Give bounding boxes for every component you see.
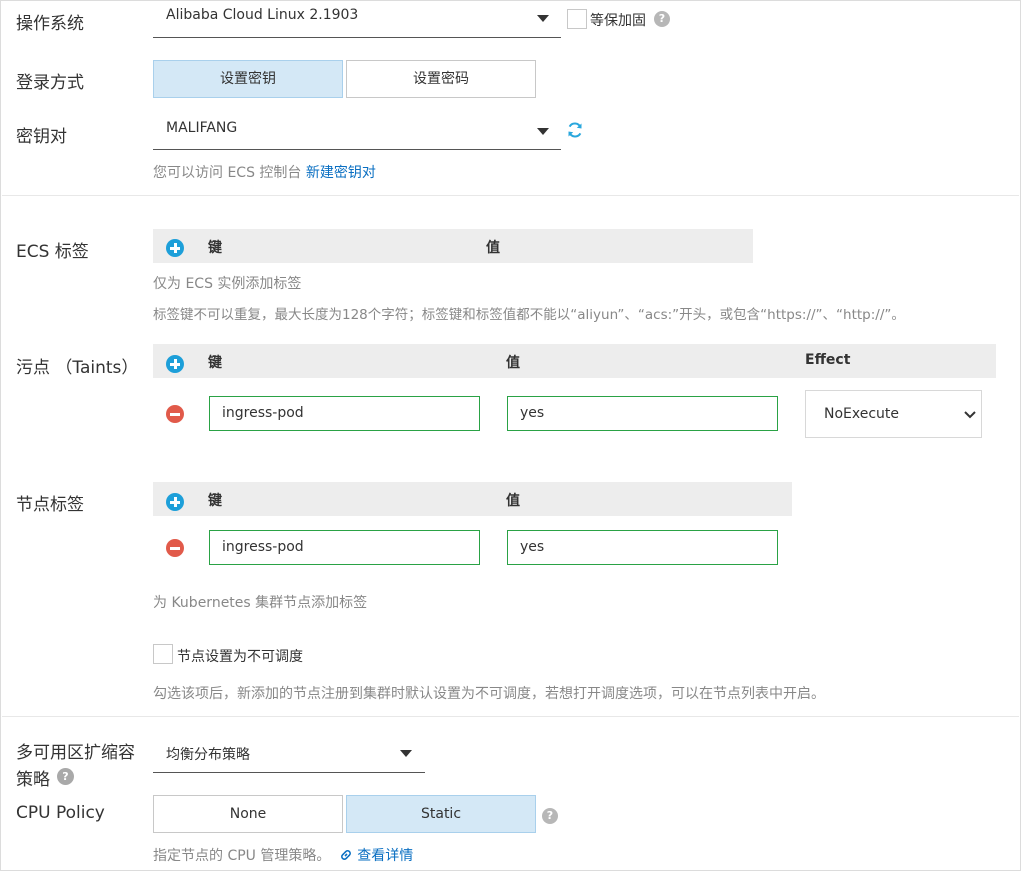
cpu-policy-hint: 指定节点的 CPU 管理策略。 查看详情 [153,845,413,865]
login-label: 登录方式 [16,73,84,93]
node-label-value-input[interactable]: yes [507,530,778,565]
chevron-down-icon [537,15,549,22]
login-option-key[interactable]: 设置密钥 [153,60,343,98]
form-panel: 操作系统 Alibaba Cloud Linux 2.1903 等保加固 ? 登… [0,0,1021,871]
taints-label: 污点 （Taints） [16,358,139,378]
login-option-password[interactable]: 设置密码 [346,60,536,98]
refresh-icon[interactable] [566,121,584,139]
ecs-tags-table-header: 键 值 [153,229,753,263]
link-icon [340,850,351,860]
node-labels-label: 节点标签 [16,495,84,515]
unschedulable-label: 节点设置为不可调度 [177,649,303,665]
help-icon[interactable]: ? [57,768,74,785]
unschedulable-checkbox[interactable] [153,644,173,664]
chevron-down-icon [400,750,412,757]
column-value: 值 [486,240,500,256]
node-labels-hint: 为 Kubernetes 集群节点添加标签 [153,595,368,611]
keypair-hint: 您可以访问 ECS 控制台 新建密钥对 [153,162,376,182]
remove-node-label-button[interactable] [166,539,184,557]
help-icon[interactable]: ? [542,808,558,824]
create-keypair-link[interactable]: 新建密钥对 [306,165,376,181]
os-select[interactable]: Alibaba Cloud Linux 2.1903 [153,7,561,38]
section-divider [2,716,1019,717]
remove-taint-button[interactable] [166,405,184,423]
keypair-select[interactable]: MALIFANG [153,120,561,150]
cpu-policy-label: CPU Policy [16,803,105,823]
taint-effect-value: NoExecute [824,406,900,422]
os-label: 操作系统 [16,14,84,34]
unschedulable-hint: 勾选该项后，新添加的节点注册到集群时默认设置为不可调度，若想打开调度选项，可以在… [153,686,825,702]
os-select-value: Alibaba Cloud Linux 2.1903 [166,7,359,23]
cpu-policy-details-link[interactable]: 查看详情 [357,848,413,864]
column-key: 键 [208,493,222,509]
keypair-select-value: MALIFANG [166,120,238,136]
column-key: 键 [208,355,222,371]
ecs-tags-hint: 仅为 ECS 实例添加标签 [153,276,302,292]
cpu-policy-option-none[interactable]: None [153,795,343,833]
keypair-label: 密钥对 [16,127,67,147]
column-key: 键 [208,240,222,256]
taint-value-input[interactable]: yes [507,396,778,431]
ecs-tags-rules-hint: 标签键不可以重复，最大长度为128个字符；标签键和标签值都不能以“aliyun”… [153,307,905,323]
chevron-down-icon [537,128,549,135]
scaling-policy-value: 均衡分布策略 [166,747,250,763]
scaling-label: 多可用区扩缩容 [16,743,135,763]
node-labels-table-header: 键 值 [153,482,792,516]
column-value: 值 [506,493,520,509]
add-ecs-tag-button[interactable] [166,239,184,257]
cpu-policy-option-static[interactable]: Static [346,795,536,833]
add-taint-button[interactable] [166,355,184,373]
cpu-policy-hint-text: 指定节点的 CPU 管理策略。 [153,848,331,864]
scaling-policy-select[interactable]: 均衡分布策略 [153,744,425,773]
chevron-down-icon [964,411,976,419]
scaling-label-line2: 策略 [16,770,50,790]
hardening-checkbox[interactable] [567,9,587,29]
taint-effect-select[interactable]: NoExecute [805,390,982,438]
column-value: 值 [506,355,520,371]
taints-table-header: 键 值 Effect [153,344,996,378]
taint-key-input[interactable]: ingress-pod [209,396,480,431]
add-node-label-button[interactable] [166,493,184,511]
help-icon[interactable]: ? [654,11,670,27]
hardening-label: 等保加固 [590,13,646,29]
section-divider [2,195,1019,196]
node-label-key-input[interactable]: ingress-pod [209,530,480,565]
ecs-tags-label: ECS 标签 [16,242,89,262]
column-effect: Effect [805,352,851,368]
keypair-hint-text: 您可以访问 ECS 控制台 [153,165,302,181]
